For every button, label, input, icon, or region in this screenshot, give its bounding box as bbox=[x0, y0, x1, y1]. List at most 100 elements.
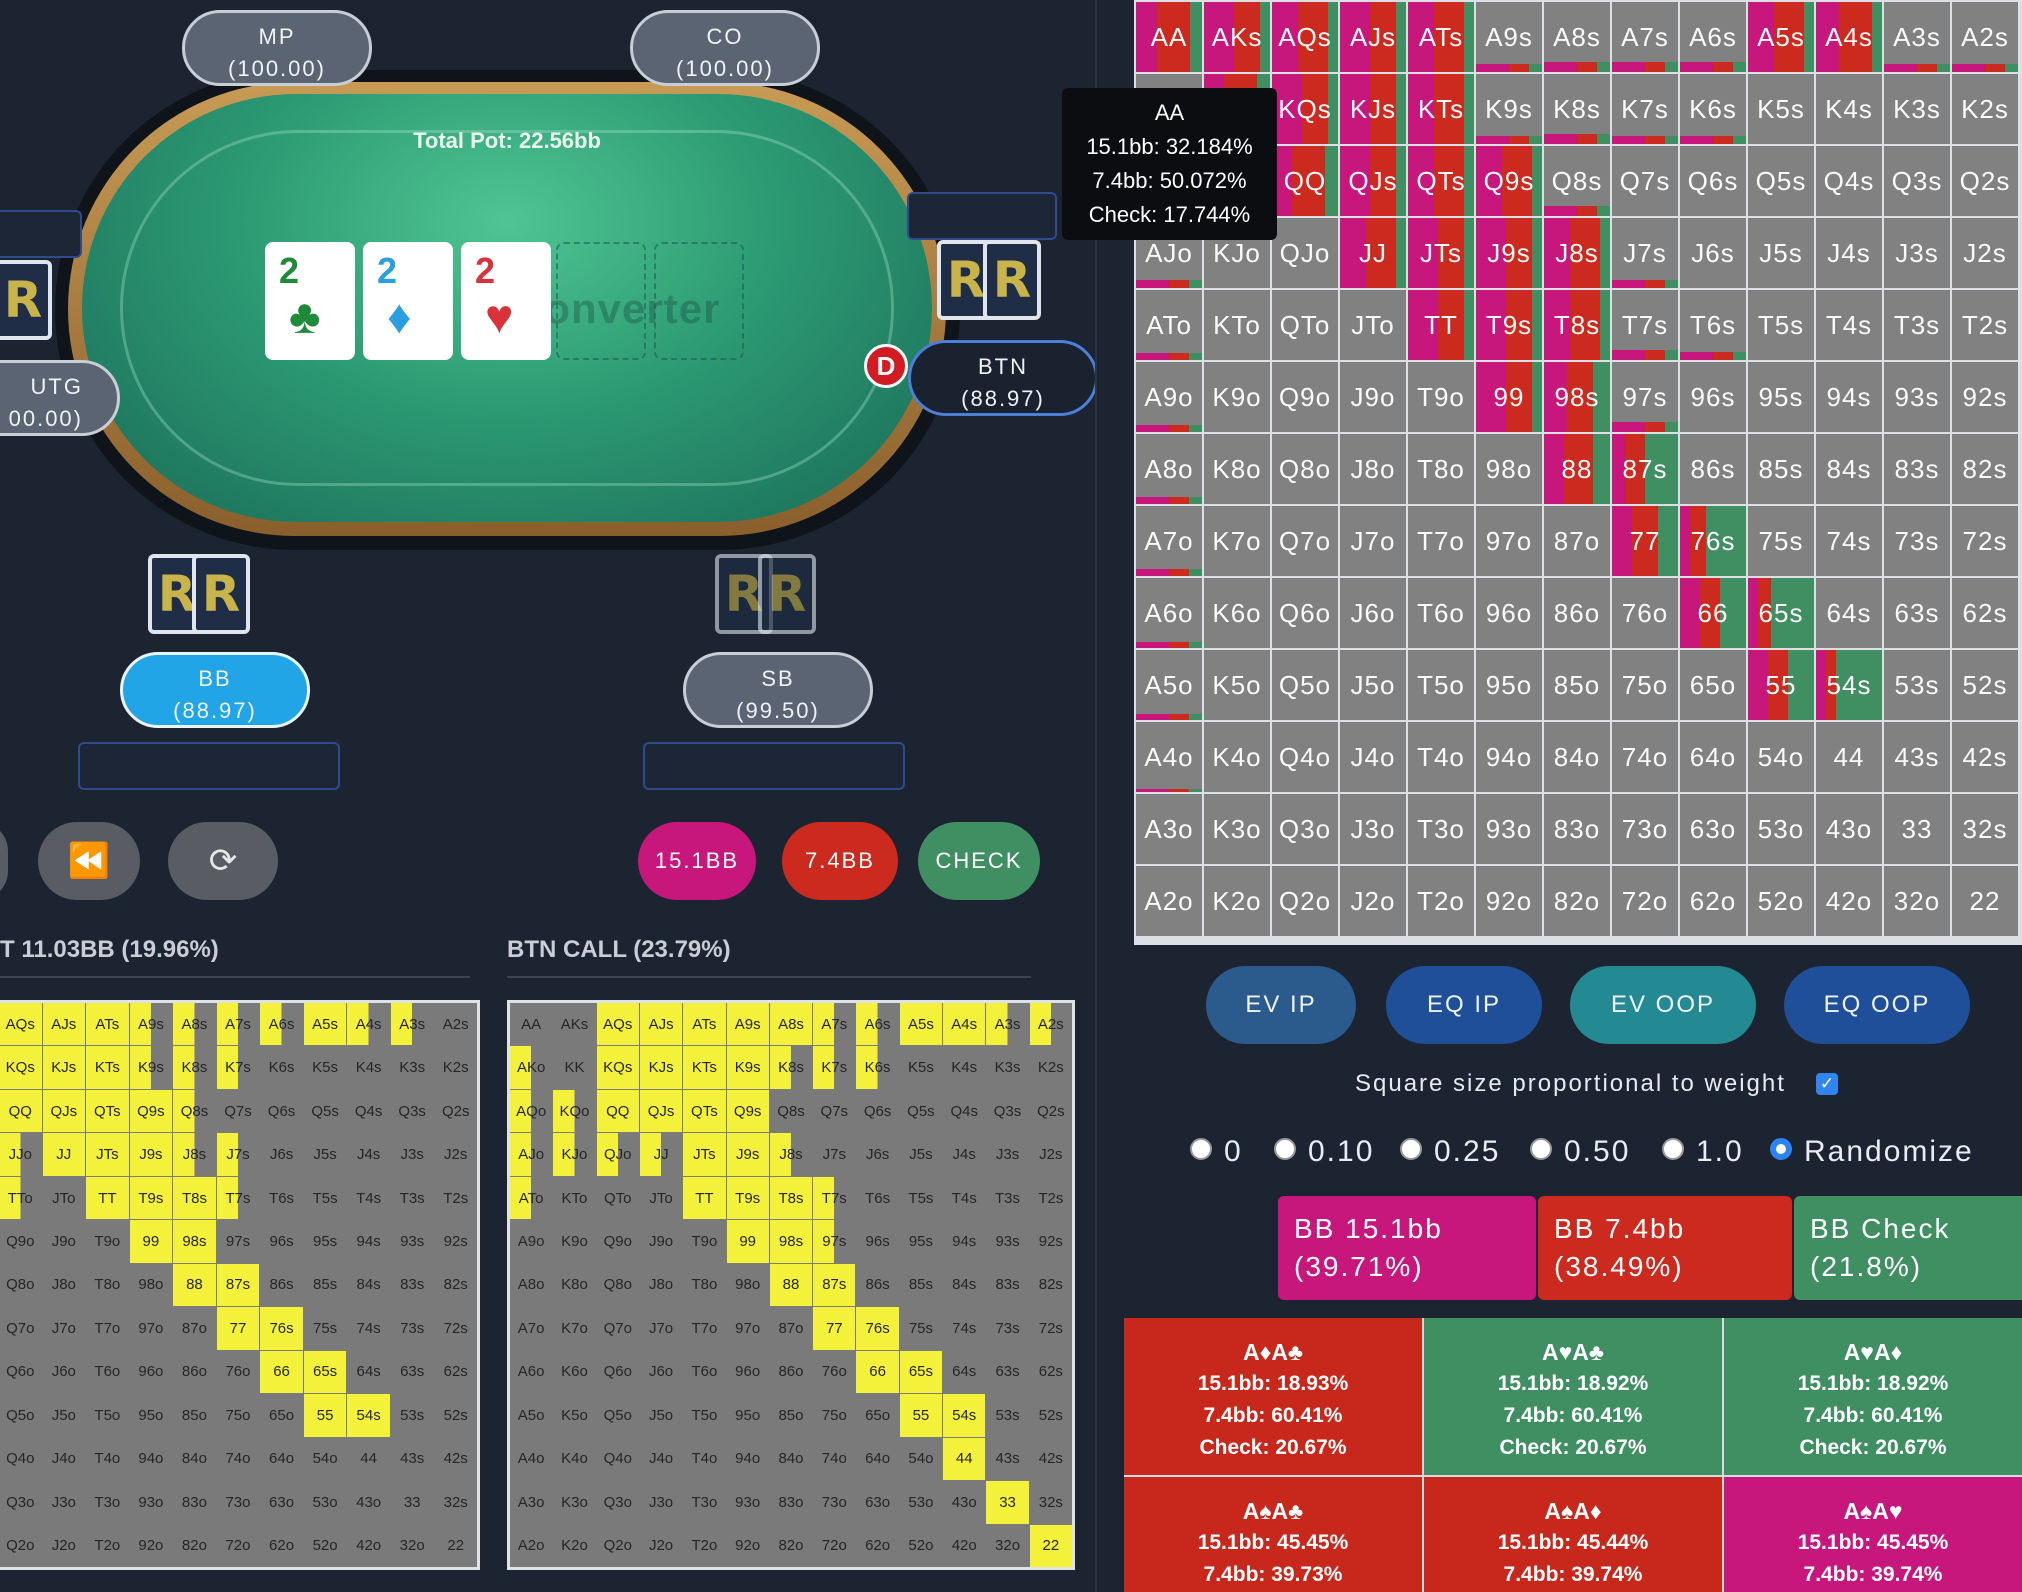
hand-cell-63o[interactable]: 63o bbox=[1680, 794, 1746, 864]
hand-cell-J9s[interactable]: J9s bbox=[1476, 218, 1542, 288]
seat-bb[interactable]: BB (88.97) bbox=[120, 652, 310, 728]
hand-cell-65s[interactable]: 65s bbox=[1748, 578, 1814, 648]
radio-randomize[interactable] bbox=[1770, 1138, 1792, 1160]
hand-cell-43s[interactable]: 43s bbox=[1884, 722, 1950, 792]
hand-cell-K5o[interactable]: K5o bbox=[1204, 650, 1270, 720]
rewind-button[interactable]: ⏪ bbox=[38, 822, 140, 900]
refresh-button[interactable]: ⟳ bbox=[168, 822, 278, 900]
hand-cell-QTo[interactable]: QTo bbox=[1272, 290, 1338, 360]
combo-cell[interactable]: A♠A♥ 15.1bb: 45.45% 7.4bb: 39.74% bbox=[1724, 1477, 2022, 1592]
hand-cell-43o[interactable]: 43o bbox=[1816, 794, 1882, 864]
hand-cell-J4s[interactable]: J4s bbox=[1816, 218, 1882, 288]
hand-cell-J7s[interactable]: J7s bbox=[1612, 218, 1678, 288]
hand-cell-Q8o[interactable]: Q8o bbox=[1272, 434, 1338, 504]
seat-sb[interactable]: SB (99.50) bbox=[683, 652, 873, 728]
hand-cell-86o[interactable]: 86o bbox=[1544, 578, 1610, 648]
hand-cell-Q5o[interactable]: Q5o bbox=[1272, 650, 1338, 720]
hand-cell-T7s[interactable]: T7s bbox=[1612, 290, 1678, 360]
hand-cell-A9s[interactable]: A9s bbox=[1476, 2, 1542, 72]
hand-cell-ATs[interactable]: ATs bbox=[1408, 2, 1474, 72]
seat-mp[interactable]: MP (100.00) bbox=[182, 10, 372, 86]
hand-cell-Q8s[interactable]: Q8s bbox=[1544, 146, 1610, 216]
hand-cell-J7o[interactable]: J7o bbox=[1340, 506, 1406, 576]
hand-cell-73s[interactable]: 73s bbox=[1884, 506, 1950, 576]
hand-cell-65o[interactable]: 65o bbox=[1680, 650, 1746, 720]
hand-cell-A8s[interactable]: A8s bbox=[1544, 2, 1610, 72]
hand-cell-A3o[interactable]: A3o bbox=[1136, 794, 1202, 864]
hand-cell-K9o[interactable]: K9o bbox=[1204, 362, 1270, 432]
hand-cell-84o[interactable]: 84o bbox=[1544, 722, 1610, 792]
seat-btn[interactable]: BTN (88.97) bbox=[908, 340, 1095, 416]
hand-cell-88[interactable]: 88 bbox=[1544, 434, 1610, 504]
hand-cell-A3s[interactable]: A3s bbox=[1884, 2, 1950, 72]
hand-cell-KTs[interactable]: KTs bbox=[1408, 74, 1474, 144]
prev-button[interactable] bbox=[0, 822, 8, 900]
hand-cell-97o[interactable]: 97o bbox=[1476, 506, 1542, 576]
hand-cell-63s[interactable]: 63s bbox=[1884, 578, 1950, 648]
radio-0.25[interactable] bbox=[1400, 1138, 1422, 1160]
hand-cell-KTo[interactable]: KTo bbox=[1204, 290, 1270, 360]
hand-cell-J5o[interactable]: J5o bbox=[1340, 650, 1406, 720]
hand-cell-53s[interactable]: 53s bbox=[1884, 650, 1950, 720]
hand-cell-T8o[interactable]: T8o bbox=[1408, 434, 1474, 504]
hand-cell-JJ[interactable]: JJ bbox=[1340, 218, 1406, 288]
hand-cell-AA[interactable]: AA bbox=[1136, 2, 1202, 72]
hand-cell-96o[interactable]: 96o bbox=[1476, 578, 1542, 648]
hand-cell-A6s[interactable]: A6s bbox=[1680, 2, 1746, 72]
hand-cell-97s[interactable]: 97s bbox=[1612, 362, 1678, 432]
combo-cell[interactable]: A♠A♣ 15.1bb: 45.45% 7.4bb: 39.73% bbox=[1124, 1477, 1422, 1592]
hand-cell-85o[interactable]: 85o bbox=[1544, 650, 1610, 720]
hand-cell-K8s[interactable]: K8s bbox=[1544, 74, 1610, 144]
hand-cell-ATo[interactable]: ATo bbox=[1136, 290, 1202, 360]
hand-cell-99[interactable]: 99 bbox=[1476, 362, 1542, 432]
hand-cell-93s[interactable]: 93s bbox=[1884, 362, 1950, 432]
hand-cell-Q7s[interactable]: Q7s bbox=[1612, 146, 1678, 216]
radio-1.0[interactable] bbox=[1662, 1138, 1684, 1160]
hand-cell-Q4s[interactable]: Q4s bbox=[1816, 146, 1882, 216]
hand-cell-J6o[interactable]: J6o bbox=[1340, 578, 1406, 648]
hand-cell-J2s[interactable]: J2s bbox=[1952, 218, 2018, 288]
hand-cell-72o[interactable]: 72o bbox=[1612, 866, 1678, 936]
hand-cell-K4s[interactable]: K4s bbox=[1816, 74, 1882, 144]
hand-cell-87s[interactable]: 87s bbox=[1612, 434, 1678, 504]
hand-cell-J9o[interactable]: J9o bbox=[1340, 362, 1406, 432]
hand-cell-KJs[interactable]: KJs bbox=[1340, 74, 1406, 144]
hand-cell-A7o[interactable]: A7o bbox=[1136, 506, 1202, 576]
hand-cell-T6o[interactable]: T6o bbox=[1408, 578, 1474, 648]
ev-oop-button[interactable]: EV OOP bbox=[1570, 966, 1756, 1044]
combo-cell[interactable]: A♠A♦ 15.1bb: 45.44% 7.4bb: 39.74% bbox=[1424, 1477, 1722, 1592]
hand-cell-76s[interactable]: 76s bbox=[1680, 506, 1746, 576]
hand-cell-75o[interactable]: 75o bbox=[1612, 650, 1678, 720]
hand-cell-K7o[interactable]: K7o bbox=[1204, 506, 1270, 576]
hand-cell-52o[interactable]: 52o bbox=[1748, 866, 1814, 936]
hand-cell-85s[interactable]: 85s bbox=[1748, 434, 1814, 504]
hand-cell-75s[interactable]: 75s bbox=[1748, 506, 1814, 576]
hand-cell-Q2s[interactable]: Q2s bbox=[1952, 146, 2018, 216]
hand-cell-T4o[interactable]: T4o bbox=[1408, 722, 1474, 792]
hand-cell-J5s[interactable]: J5s bbox=[1748, 218, 1814, 288]
hand-cell-K6o[interactable]: K6o bbox=[1204, 578, 1270, 648]
hand-cell-J2o[interactable]: J2o bbox=[1340, 866, 1406, 936]
hand-cell-T4s[interactable]: T4s bbox=[1816, 290, 1882, 360]
hand-cell-42o[interactable]: 42o bbox=[1816, 866, 1882, 936]
seat-utg[interactable]: UTG 00.00) bbox=[0, 360, 120, 436]
hand-cell-98s[interactable]: 98s bbox=[1544, 362, 1610, 432]
hand-cell-K4o[interactable]: K4o bbox=[1204, 722, 1270, 792]
hand-cell-K3o[interactable]: K3o bbox=[1204, 794, 1270, 864]
hand-cell-T9s[interactable]: T9s bbox=[1476, 290, 1542, 360]
hand-cell-98o[interactable]: 98o bbox=[1476, 434, 1542, 504]
hand-cell-J8s[interactable]: J8s bbox=[1544, 218, 1610, 288]
hand-cell-82o[interactable]: 82o bbox=[1544, 866, 1610, 936]
hand-cell-64o[interactable]: 64o bbox=[1680, 722, 1746, 792]
hand-cell-22[interactable]: 22 bbox=[1952, 866, 2018, 936]
hand-cell-T3o[interactable]: T3o bbox=[1408, 794, 1474, 864]
action-raise-big-button[interactable]: 15.1BB bbox=[638, 822, 756, 900]
hand-cell-54s[interactable]: 54s bbox=[1816, 650, 1882, 720]
hand-cell-92o[interactable]: 92o bbox=[1476, 866, 1542, 936]
hand-cell-QQ[interactable]: QQ bbox=[1272, 146, 1338, 216]
hand-cell-T9o[interactable]: T9o bbox=[1408, 362, 1474, 432]
weight-checkbox[interactable]: ✓ bbox=[1816, 1073, 1838, 1095]
hand-cell-A5o[interactable]: A5o bbox=[1136, 650, 1202, 720]
hand-cell-T8s[interactable]: T8s bbox=[1544, 290, 1610, 360]
hand-cell-T3s[interactable]: T3s bbox=[1884, 290, 1950, 360]
